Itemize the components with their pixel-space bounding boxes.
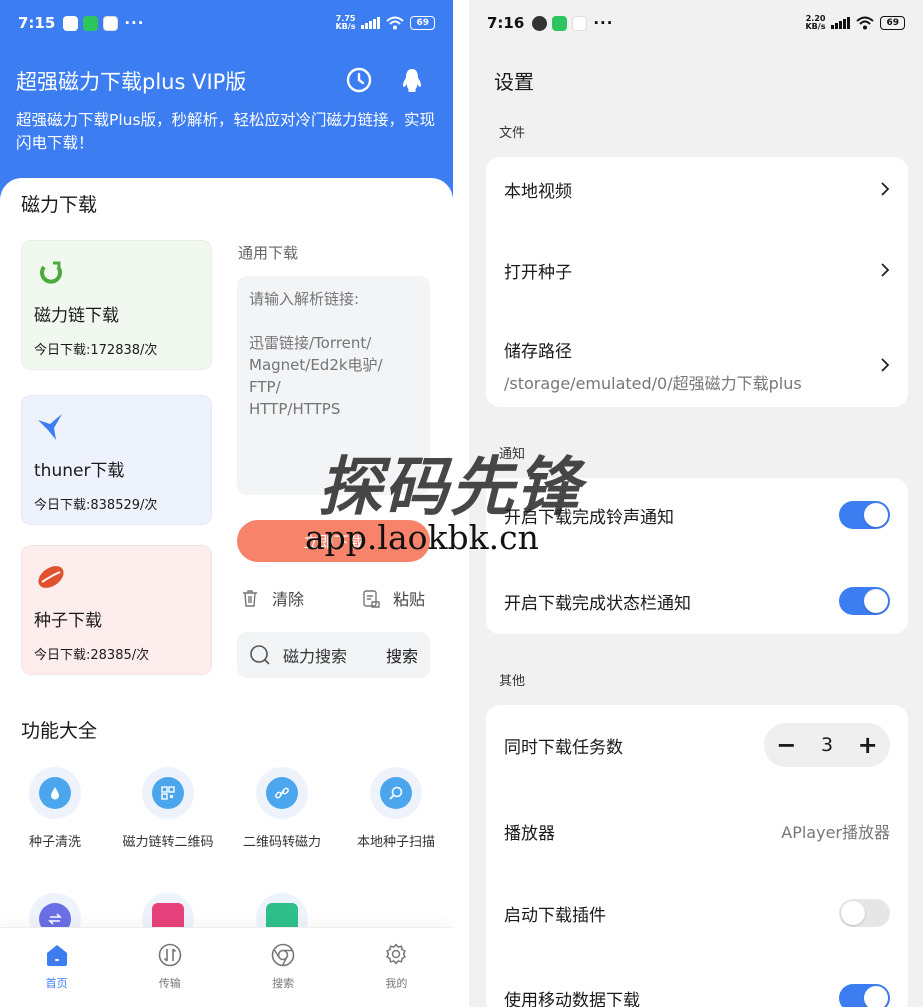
- watermark-url: app.laokbk.cn: [305, 518, 539, 557]
- app-title: 超强磁力下载plus VIP版: [16, 70, 247, 94]
- card-count: 今日下载:172838/次: [34, 343, 158, 358]
- history-clock-icon[interactable]: [345, 66, 373, 94]
- signal-icon: [361, 17, 381, 29]
- feature-qr-to-magnet[interactable]: 二维码转磁力: [227, 767, 337, 850]
- setting-local-video[interactable]: 本地视频: [504, 177, 890, 202]
- trash-icon: [243, 590, 257, 607]
- setting-open-torrent[interactable]: 打开种子: [504, 258, 890, 283]
- tab-transfer[interactable]: 传输: [113, 928, 226, 1007]
- seed-icon: [38, 566, 64, 588]
- card-name: 磁力链下载: [34, 306, 119, 326]
- clear-button[interactable]: 清除: [240, 586, 304, 610]
- thunder-bird-icon: [38, 414, 62, 440]
- link-icon: [266, 777, 298, 809]
- increment-button[interactable]: +: [858, 733, 878, 757]
- card-count: 今日下载:28385/次: [34, 648, 150, 663]
- page-title: 设置: [494, 70, 534, 94]
- paste-button[interactable]: 粘贴: [361, 586, 425, 610]
- chevron-right-icon: [881, 358, 890, 372]
- storage-path-value: /storage/emulated/0/超强磁力下载plus: [504, 373, 802, 393]
- tab-home[interactable]: 首页: [0, 928, 113, 1007]
- status-bar: 7:16 ··· 2.20 KB/s 69: [469, 0, 923, 46]
- settings-group-other: 同时下载任务数 − 3 + 播放器 APlayer播放器 启动下载插件 使用移动…: [486, 705, 908, 1007]
- feature-seed-clean[interactable]: 种子清洗: [0, 767, 110, 850]
- decrement-button[interactable]: −: [776, 733, 796, 757]
- setting-player[interactable]: 播放器 APlayer播放器: [504, 819, 890, 844]
- search-button[interactable]: 搜索: [386, 643, 418, 667]
- wechat-notification-icon: [552, 15, 568, 31]
- mobile-data-toggle[interactable]: [839, 984, 890, 1007]
- notify-ring-toggle[interactable]: [839, 501, 890, 529]
- home-icon: [46, 945, 67, 966]
- stepper-value: 3: [820, 734, 834, 756]
- watermark-logo: 探码先锋: [318, 450, 582, 525]
- clipboard-icon: [363, 590, 380, 608]
- general-download-label: 通用下载: [238, 244, 299, 262]
- signal-icon: [831, 17, 851, 29]
- battery-indicator: 69: [410, 16, 435, 30]
- more-notifications-icon: ···: [593, 14, 614, 32]
- card-count: 今日下载:838529/次: [34, 498, 158, 513]
- water-drop-icon: [39, 777, 71, 809]
- app-notification-icon: [572, 15, 588, 31]
- gear-icon: [386, 943, 407, 965]
- wifi-icon: [856, 16, 875, 30]
- qr-code-icon: [152, 777, 184, 809]
- chevron-right-icon: [881, 263, 890, 277]
- screenshot: 7:15 ··· 7.75 KB/s 69 超强磁力下载plus VIP版 超强磁…: [0, 0, 923, 1007]
- bottom-tab-bar: 首页 传输 搜索 我的: [0, 927, 453, 1007]
- feature-local-seed-scan[interactable]: 本地种子扫描: [341, 767, 451, 850]
- more-notifications-icon: ···: [124, 14, 145, 32]
- search-input[interactable]: 磁力搜索: [283, 643, 347, 667]
- wechat-notification-icon: [83, 15, 99, 31]
- feature-magnet-to-qr[interactable]: 磁力链转二维码: [113, 767, 223, 850]
- battery-indicator: 69: [880, 16, 905, 30]
- settings-group-file: 本地视频 打开种子 储存路径 /storage/emulated/0/超强磁力下…: [486, 157, 908, 407]
- section-title-features: 功能大全: [21, 716, 108, 743]
- network-speed: 7.75 KB/s: [335, 14, 356, 31]
- magnet-download-card[interactable]: 磁力链下载 今日下载:172838/次: [21, 240, 212, 370]
- app-description: 超强磁力下载Plus版，秒解析，轻松应对冷门磁力链接，实现闪电下载！: [16, 111, 436, 152]
- network-speed: 2.20 KB/s: [805, 14, 826, 31]
- qq-penguin-icon[interactable]: [398, 66, 426, 94]
- torrent-download-card[interactable]: 种子下载 今日下载:28385/次: [21, 545, 212, 675]
- status-time: 7:15: [18, 14, 56, 32]
- notify-statusbar-toggle[interactable]: [839, 587, 890, 615]
- magnet-search-bar[interactable]: 磁力搜索 搜索: [237, 632, 430, 678]
- transfer-icon: [158, 943, 182, 967]
- magnet-icon: [40, 261, 62, 284]
- card-name: 种子下载: [34, 611, 102, 631]
- scan-search-icon: [380, 777, 412, 809]
- group-label-other: 其他: [499, 674, 526, 689]
- thunder-download-card[interactable]: thuner下载 今日下载:838529/次: [21, 395, 212, 525]
- concurrent-stepper: − 3 +: [764, 723, 890, 767]
- group-label-file: 文件: [499, 126, 526, 141]
- wifi-icon: [386, 16, 405, 30]
- setting-storage-path[interactable]: 储存路径 /storage/emulated/0/超强磁力下载plus: [504, 335, 890, 395]
- browser-icon: [271, 943, 295, 967]
- qq-notification-icon: [532, 15, 548, 31]
- section-title-magnet: 磁力下载: [21, 190, 108, 217]
- chevron-right-icon: [881, 182, 890, 196]
- setting-notify-statusbar: 开启下载完成状态栏通知: [504, 586, 890, 616]
- tab-mine[interactable]: 我的: [340, 928, 453, 1007]
- setting-concurrent-tasks: 同时下载任务数 − 3 +: [504, 723, 890, 767]
- search-icon: [250, 645, 270, 665]
- status-time: 7:16: [487, 14, 525, 32]
- app-notification-icon: [103, 15, 119, 31]
- status-bar: 7:15 ··· 7.75 KB/s 69: [0, 0, 453, 46]
- card-name: thuner下载: [34, 461, 125, 481]
- qq-notification-icon: [63, 15, 79, 31]
- download-plugin-toggle[interactable]: [839, 899, 890, 927]
- tab-search[interactable]: 搜索: [227, 928, 340, 1007]
- setting-mobile-data: 使用移动数据下载: [504, 983, 890, 1007]
- setting-download-plugin: 启动下载插件: [504, 898, 890, 928]
- player-value: APlayer播放器: [781, 823, 890, 842]
